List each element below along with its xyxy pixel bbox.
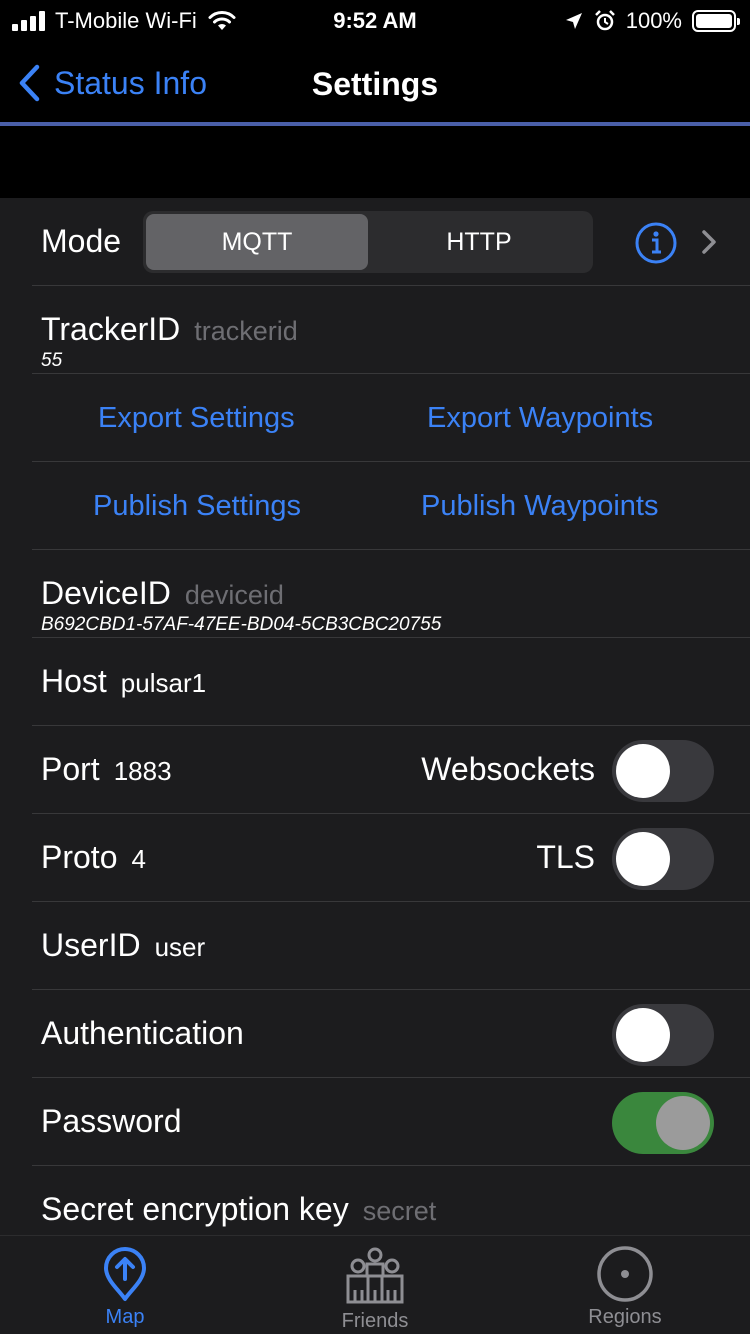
authentication-label: Authentication [41, 1015, 244, 1051]
port-label: Port [41, 751, 100, 787]
tab-bar: Map Friends Regions [0, 1235, 750, 1334]
host-field[interactable]: Host pulsar1 [41, 663, 206, 700]
export-waypoints-button[interactable]: Export Waypoints [427, 402, 653, 435]
password-row: Password [0, 1078, 750, 1166]
websockets-toggle[interactable] [612, 740, 714, 802]
toggle-knob [616, 744, 670, 798]
secret-key-field[interactable]: Secret encryption key secret [41, 1191, 436, 1228]
info-icon[interactable] [634, 221, 678, 265]
toggle-knob [656, 1096, 710, 1150]
mode-option-mqtt[interactable]: MQTT [146, 214, 368, 270]
tls-toggle[interactable] [612, 828, 714, 890]
publish-settings-button[interactable]: Publish Settings [93, 490, 301, 523]
export-row: Export Settings Export Waypoints [0, 374, 750, 462]
secret-key-label: Secret encryption key [41, 1191, 349, 1227]
header-spacer [0, 126, 750, 198]
tab-regions-label: Regions [588, 1306, 662, 1328]
map-pin-icon [104, 1247, 146, 1301]
tls-label: TLS [536, 839, 595, 875]
battery-icon [692, 10, 740, 32]
battery-percent: 100% [625, 8, 682, 33]
password-label: Password [41, 1103, 182, 1139]
tracker-id-value: 55 [41, 350, 63, 371]
mode-row: Mode MQTT HTTP [0, 198, 750, 286]
device-id-placeholder: deviceid [184, 580, 284, 610]
settings-list[interactable]: Mode MQTT HTTP TrackerID trackerid 55 Exp… [0, 198, 750, 1235]
user-id-row[interactable]: UserID user [0, 902, 750, 990]
proto-value: 4 [131, 844, 146, 874]
publish-waypoints-button[interactable]: Publish Waypoints [421, 490, 658, 523]
alarm-icon [594, 10, 615, 31]
authentication-row: Authentication [0, 990, 750, 1078]
tracker-id-row[interactable]: TrackerID trackerid 55 [0, 286, 750, 374]
device-id-row[interactable]: DeviceID deviceid B692CBD1-57AF-47EE-BD04… [0, 550, 750, 638]
password-toggle[interactable] [612, 1092, 714, 1154]
tracker-id-placeholder: trackerid [194, 316, 298, 346]
regions-icon [597, 1246, 653, 1302]
page-title: Settings [311, 66, 439, 102]
tab-friends-label: Friends [341, 1310, 409, 1332]
host-value: pulsar1 [120, 668, 207, 698]
proto-label: Proto [41, 839, 118, 875]
tracker-id-label: TrackerID [41, 311, 181, 347]
status-bar: T-Mobile Wi-Fi 9:52 AM 100% [0, 0, 750, 40]
export-settings-button[interactable]: Export Settings [98, 402, 295, 435]
user-id-field[interactable]: UserID user [41, 927, 205, 964]
device-id-field[interactable]: DeviceID deviceid [41, 575, 284, 612]
status-right: 100% [564, 8, 740, 34]
chevron-right-icon[interactable] [700, 228, 718, 256]
tracker-id-field[interactable]: TrackerID trackerid [41, 311, 298, 348]
tab-regions[interactable]: Regions [500, 1236, 750, 1334]
mode-segmented-control[interactable]: MQTT HTTP [143, 211, 593, 273]
tab-friends[interactable]: Friends [250, 1236, 500, 1334]
secret-key-placeholder: secret [362, 1196, 437, 1226]
host-row[interactable]: Host pulsar1 [0, 638, 750, 726]
port-row: Port 1883 Websockets [0, 726, 750, 814]
port-field[interactable]: Port 1883 [41, 751, 172, 788]
device-id-label: DeviceID [41, 575, 171, 611]
tab-map-label: Map [105, 1306, 145, 1328]
user-id-label: UserID [41, 927, 141, 963]
navigation-bar: Status Info Settings [0, 40, 750, 124]
tab-map[interactable]: Map [0, 1236, 250, 1334]
friends-icon [346, 1247, 404, 1304]
toggle-knob [616, 832, 670, 886]
host-label: Host [41, 663, 107, 699]
mode-label: Mode [41, 223, 122, 259]
proto-row: Proto 4 TLS [0, 814, 750, 902]
authentication-toggle[interactable] [612, 1004, 714, 1066]
mode-option-http[interactable]: HTTP [368, 214, 590, 270]
websockets-label: Websockets [421, 751, 595, 787]
device-id-value: B692CBD1-57AF-47EE-BD04-5CB3CBC20755 [41, 614, 442, 635]
toggle-knob [616, 1008, 670, 1062]
port-value: 1883 [113, 756, 172, 786]
publish-row: Publish Settings Publish Waypoints [0, 462, 750, 550]
user-id-value: user [154, 932, 206, 962]
proto-field[interactable]: Proto 4 [41, 839, 146, 876]
secret-key-row[interactable]: Secret encryption key secret [0, 1166, 750, 1235]
location-arrow-icon [565, 13, 582, 29]
